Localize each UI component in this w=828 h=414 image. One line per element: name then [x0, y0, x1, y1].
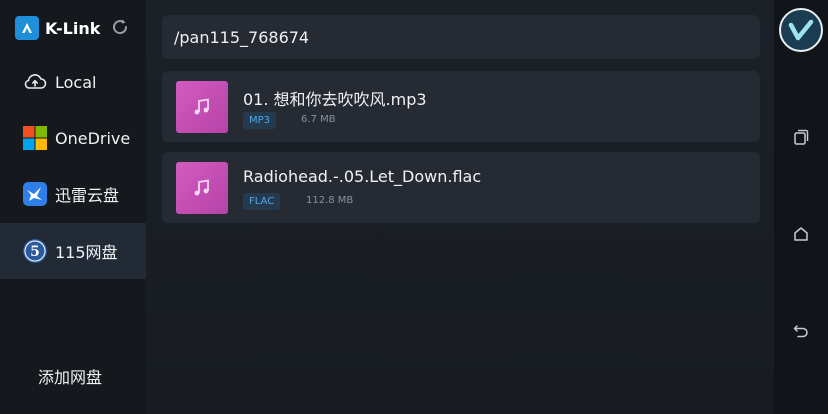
- sidebar-item-label: 115网盘: [55, 243, 118, 262]
- sidebar-item-label: 迅雷云盘: [55, 186, 120, 205]
- k-link-logo-icon: [15, 16, 39, 40]
- home-icon[interactable]: [791, 224, 811, 244]
- file-type-badge: MP3: [243, 112, 277, 129]
- windows-logo-icon: [22, 125, 48, 151]
- file-size: 112.8 MB: [306, 195, 354, 206]
- file-name: 01. 想和你去吹吹风.mp3: [243, 90, 427, 109]
- file-row[interactable]: Radiohead.-.05.Let_Down.flac FLAC 112.8 …: [162, 152, 760, 223]
- file-type-badge: FLAC: [243, 193, 281, 210]
- back-icon[interactable]: [791, 321, 811, 341]
- pan115-icon: 5: [22, 238, 48, 264]
- current-path: /pan115_768674: [174, 27, 310, 47]
- sidebar: K-Link Local OneDrive 迅雷云盘 5 115网盘 添加网盘: [0, 0, 146, 414]
- xunlei-bird-icon: [22, 181, 48, 207]
- file-name: Radiohead.-.05.Let_Down.flac: [243, 167, 482, 186]
- sidebar-item-local[interactable]: Local: [0, 54, 146, 110]
- sidebar-item-label: Local: [55, 72, 97, 92]
- app-name: K-Link: [45, 18, 101, 38]
- recent-apps-icon[interactable]: [791, 127, 811, 147]
- cloud-upload-icon: [22, 69, 48, 95]
- sidebar-item-115[interactable]: 5 115网盘: [0, 223, 146, 279]
- sidebar-item-onedrive[interactable]: OneDrive: [0, 110, 146, 166]
- path-bar[interactable]: /pan115_768674: [162, 15, 760, 59]
- add-drive-button[interactable]: 添加网盘: [38, 364, 102, 388]
- music-note-icon: [176, 162, 228, 214]
- refresh-icon[interactable]: [110, 17, 130, 37]
- sidebar-item-label: OneDrive: [55, 128, 131, 148]
- music-note-icon: [176, 81, 228, 133]
- file-row[interactable]: 01. 想和你去吹吹风.mp3 MP3 6.7 MB: [162, 71, 760, 142]
- brand: K-Link: [15, 15, 100, 41]
- file-size: 6.7 MB: [301, 114, 336, 125]
- svg-text:5: 5: [30, 244, 40, 260]
- main-panel: /pan115_768674 01. 想和你去吹吹风.mp3 MP3 6.7 M…: [146, 0, 774, 414]
- app-shortcut-icon[interactable]: [779, 8, 823, 52]
- system-nav-bar: [774, 0, 828, 414]
- sidebar-item-xunlei[interactable]: 迅雷云盘: [0, 166, 146, 222]
